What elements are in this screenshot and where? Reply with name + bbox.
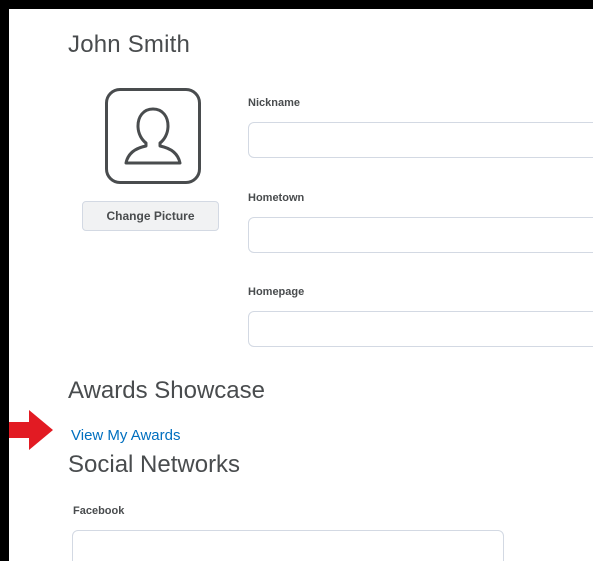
nickname-label: Nickname	[248, 97, 300, 109]
nickname-input[interactable]	[248, 122, 593, 158]
awards-heading: Awards Showcase	[68, 377, 265, 404]
change-picture-button[interactable]: Change Picture	[82, 201, 219, 231]
view-my-awards-link[interactable]: View My Awards	[71, 427, 181, 444]
user-silhouette-icon	[124, 107, 182, 165]
hometown-input[interactable]	[248, 217, 593, 253]
red-arrow-icon	[9, 410, 53, 450]
hometown-label: Hometown	[248, 192, 305, 204]
user-avatar-icon	[105, 88, 201, 184]
page-title: John Smith	[68, 31, 191, 58]
social-networks-heading: Social Networks	[68, 451, 241, 478]
homepage-label: Homepage	[248, 286, 305, 298]
homepage-input[interactable]	[248, 311, 593, 347]
facebook-input[interactable]	[72, 530, 504, 561]
facebook-label: Facebook	[73, 505, 125, 517]
profile-panel: John Smith Change Picture Nickname Homet…	[9, 9, 593, 561]
